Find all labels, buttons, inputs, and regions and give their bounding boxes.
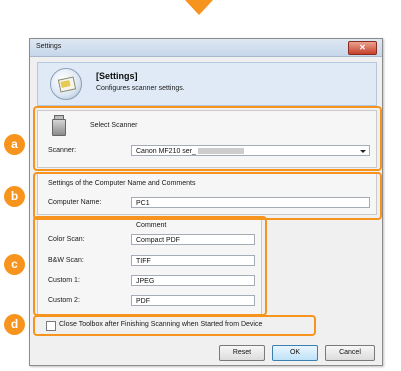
- ok-button[interactable]: OK: [272, 345, 318, 361]
- dialog-header: [Settings] Configures scanner settings.: [37, 62, 377, 106]
- callout-badge-d: d: [4, 314, 25, 335]
- callout-badge-a: a: [4, 134, 25, 155]
- window-title: Settings: [36, 43, 62, 50]
- cancel-button[interactable]: Cancel: [325, 345, 375, 361]
- callout-badge-c: c: [4, 254, 25, 275]
- reset-button[interactable]: Reset: [219, 345, 265, 361]
- callout-frame-d: [33, 315, 316, 336]
- callout-frame-b: [33, 172, 382, 220]
- callout-frame-a: [33, 106, 382, 171]
- down-arrow-icon: [185, 0, 213, 15]
- callout-frame-c: [33, 216, 267, 316]
- close-button[interactable]: ✕: [348, 41, 377, 55]
- scanner-settings-logo-icon: [50, 68, 82, 100]
- header-title: [Settings]: [96, 71, 138, 81]
- title-bar: Settings ✕: [30, 39, 382, 57]
- header-subtitle: Configures scanner settings.: [96, 85, 185, 92]
- callout-badge-b: b: [4, 186, 25, 207]
